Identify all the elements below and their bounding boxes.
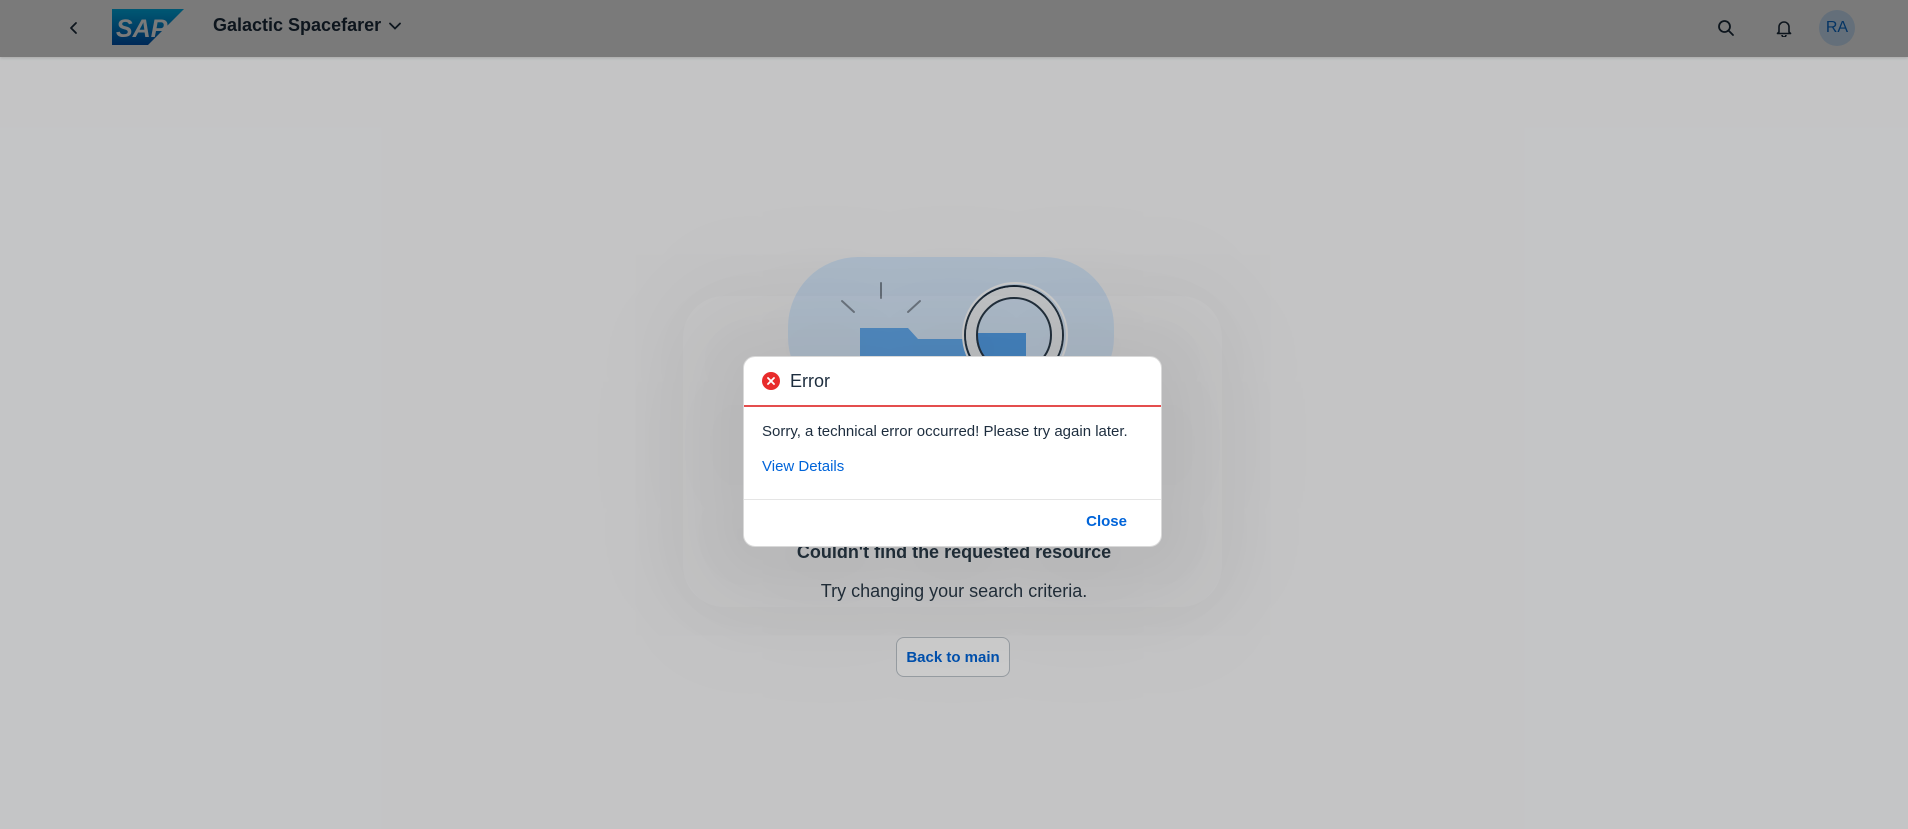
- modal-block-layer-header: [0, 0, 1908, 57]
- error-message: Sorry, a technical error occurred! Pleas…: [762, 423, 1128, 440]
- view-details-link[interactable]: View Details: [762, 458, 844, 475]
- dialog-footer: Close: [744, 500, 1161, 546]
- dialog-header: Error: [744, 357, 1161, 407]
- dialog-title: Error: [790, 370, 830, 391]
- dialog-body: Sorry, a technical error occurred! Pleas…: [744, 407, 1161, 500]
- error-dialog: Error Sorry, a technical error occurred!…: [743, 356, 1162, 547]
- error-icon: [762, 372, 780, 390]
- close-button[interactable]: Close: [1086, 513, 1127, 530]
